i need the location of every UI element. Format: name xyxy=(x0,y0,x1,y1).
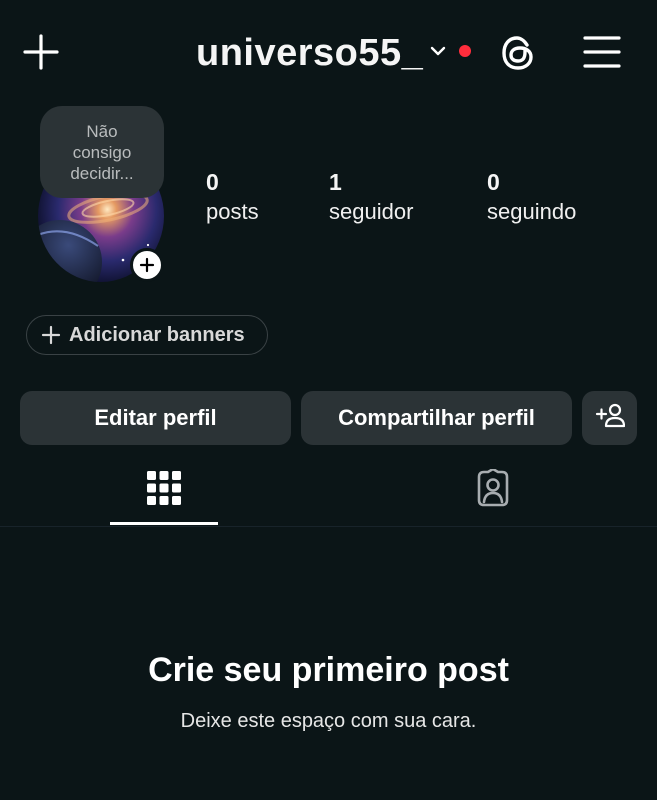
add-banners-button[interactable]: Adicionar banners xyxy=(26,315,268,355)
share-profile-button[interactable]: Compartilhar perfil xyxy=(301,391,572,445)
stat-following-label: seguindo xyxy=(487,199,577,224)
empty-state-subtitle: Deixe este espaço com sua cara. xyxy=(180,710,477,732)
profile-note-text: Não consigo decidir... xyxy=(70,121,134,183)
add-banners-label: Adicionar banners xyxy=(69,323,245,346)
plus-icon xyxy=(41,325,61,345)
stat-posts[interactable]: 0 posts xyxy=(206,168,259,228)
stat-following[interactable]: 0 seguindo xyxy=(487,168,576,228)
edit-profile-button[interactable]: Editar perfil xyxy=(20,391,291,445)
stat-following-value: 0 xyxy=(487,169,500,195)
tabs-divider xyxy=(0,526,657,527)
profile-username[interactable]: universo55_ xyxy=(196,30,423,76)
chevron-down-icon[interactable] xyxy=(428,42,448,62)
add-story-plus-icon[interactable] xyxy=(130,248,164,282)
create-plus-icon[interactable] xyxy=(22,33,60,71)
active-tab-indicator xyxy=(110,522,218,525)
empty-state-title: Crie seu primeiro post xyxy=(148,651,509,689)
notification-dot xyxy=(459,45,471,57)
tab-posts-grid[interactable] xyxy=(110,455,218,525)
tagged-person-icon xyxy=(473,467,513,512)
tab-tagged[interactable] xyxy=(438,455,548,525)
stat-posts-label: posts xyxy=(206,199,259,224)
hamburger-menu-icon[interactable] xyxy=(583,34,621,70)
add-person-icon xyxy=(595,402,625,434)
profile-note-bubble[interactable]: Não consigo decidir... xyxy=(40,106,164,198)
grid-icon xyxy=(147,470,181,510)
discover-people-button[interactable] xyxy=(582,391,637,445)
stat-posts-value: 0 xyxy=(206,169,219,195)
stat-followers-label: seguidor xyxy=(329,199,414,224)
threads-icon[interactable] xyxy=(497,32,539,74)
stat-followers[interactable]: 1 seguidor xyxy=(329,168,413,228)
stat-followers-value: 1 xyxy=(329,169,342,195)
